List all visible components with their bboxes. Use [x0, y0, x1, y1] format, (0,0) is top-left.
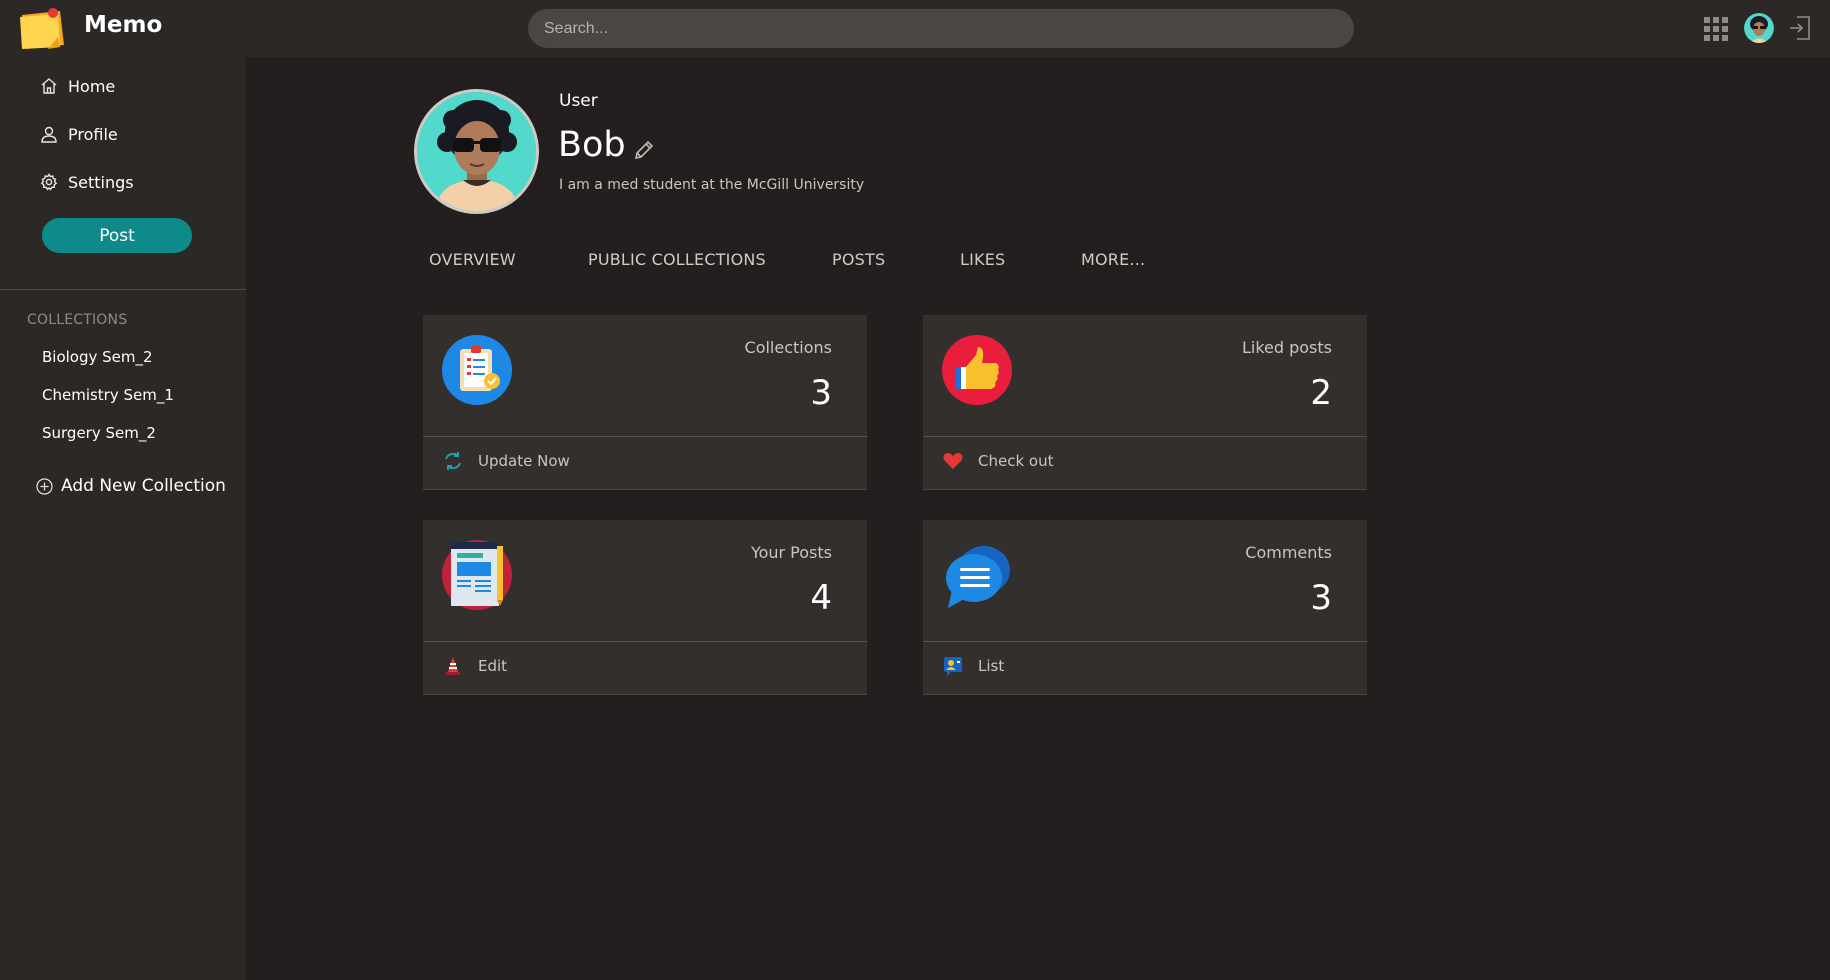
- sidebar-item-settings[interactable]: Settings: [40, 168, 134, 196]
- card-value: 3: [1310, 578, 1332, 618]
- heart-icon: [943, 452, 963, 469]
- card-value: 2: [1310, 373, 1332, 413]
- tab-likes[interactable]: LIKES: [960, 250, 1005, 269]
- gear-icon: [40, 173, 58, 191]
- edit-link[interactable]: Edit: [442, 655, 507, 677]
- user-icon: [41, 126, 57, 143]
- sidebar-item-label: Settings: [68, 172, 134, 192]
- refresh-icon: [445, 452, 461, 470]
- sidebar: Home Profile Settings Post COLLECTIONS B…: [0, 57, 246, 980]
- collections-heading: COLLECTIONS: [27, 312, 128, 328]
- card-footer-label: Update Now: [478, 452, 570, 470]
- check-out-link[interactable]: Check out: [942, 450, 1053, 472]
- list-link[interactable]: List: [942, 655, 1004, 677]
- plus-circle-icon: [36, 477, 53, 495]
- collection-item[interactable]: Biology Sem_2: [42, 348, 153, 366]
- card-footer-label: Check out: [978, 452, 1054, 470]
- cone-icon: [446, 657, 460, 675]
- card-label: Your Posts: [750, 543, 832, 562]
- brand-name[interactable]: Memo: [84, 12, 162, 38]
- card-footer-label: Edit: [478, 657, 508, 675]
- card-value: 3: [810, 373, 832, 413]
- collection-item[interactable]: Chemistry Sem_1: [42, 386, 174, 404]
- home-icon: [41, 78, 57, 94]
- clipboard-icon: [442, 335, 512, 405]
- tab-posts[interactable]: POSTS: [832, 250, 885, 269]
- chat-bubbles-icon: [946, 546, 1010, 608]
- card-label: Comments: [1245, 543, 1332, 562]
- card-divider: [423, 641, 867, 642]
- user-avatar[interactable]: [1744, 13, 1774, 43]
- collections-card: Collections 3 Update Now: [423, 315, 867, 490]
- comments-card: Comments 3 List: [923, 520, 1367, 695]
- card-value: 4: [810, 578, 832, 618]
- card-divider: [423, 436, 867, 437]
- thumbs-up-icon: [942, 335, 1012, 405]
- user-list-icon: [944, 657, 962, 676]
- card-divider: [923, 641, 1367, 642]
- pencil-icon[interactable]: [632, 138, 656, 162]
- add-collection-button[interactable]: Add New Collection: [36, 476, 226, 496]
- card-divider: [923, 436, 1367, 437]
- profile-role: User: [559, 91, 598, 111]
- profile-avatar: [414, 89, 539, 214]
- add-collection-label: Add New Collection: [61, 476, 226, 496]
- sidebar-divider: [0, 289, 246, 290]
- sidebar-item-label: Profile: [68, 124, 118, 144]
- sidebar-item-label: Home: [68, 76, 116, 96]
- your-posts-card: Your Posts 4 Edit: [423, 520, 867, 695]
- sidebar-item-home[interactable]: Home: [40, 72, 115, 100]
- tab-public-collections[interactable]: PUBLIC COLLECTIONS: [588, 250, 766, 269]
- card-label: Liked posts: [1241, 338, 1332, 357]
- sticky-note-logo-icon[interactable]: [18, 5, 66, 51]
- collection-item[interactable]: Surgery Sem_2: [42, 424, 156, 442]
- profile-bio: I am a med student at the McGill Univers…: [559, 177, 865, 193]
- logout-icon[interactable]: [1788, 15, 1812, 41]
- profile-name: Bob: [558, 125, 626, 165]
- sidebar-item-profile[interactable]: Profile: [40, 120, 118, 148]
- search-input[interactable]: [528, 9, 1354, 48]
- tab-more[interactable]: MORE...: [1081, 250, 1145, 269]
- card-footer-label: List: [978, 657, 1005, 675]
- newspaper-icon: [442, 540, 512, 610]
- tab-overview[interactable]: OVERVIEW: [429, 250, 516, 269]
- post-button[interactable]: Post: [42, 218, 192, 253]
- card-label: Collections: [744, 338, 832, 357]
- top-bar: Memo: [0, 0, 1830, 57]
- update-now-link[interactable]: Update Now: [442, 450, 570, 472]
- apps-grid-icon[interactable]: [1704, 17, 1728, 41]
- liked-posts-card: Liked posts 2 Check out: [923, 315, 1367, 490]
